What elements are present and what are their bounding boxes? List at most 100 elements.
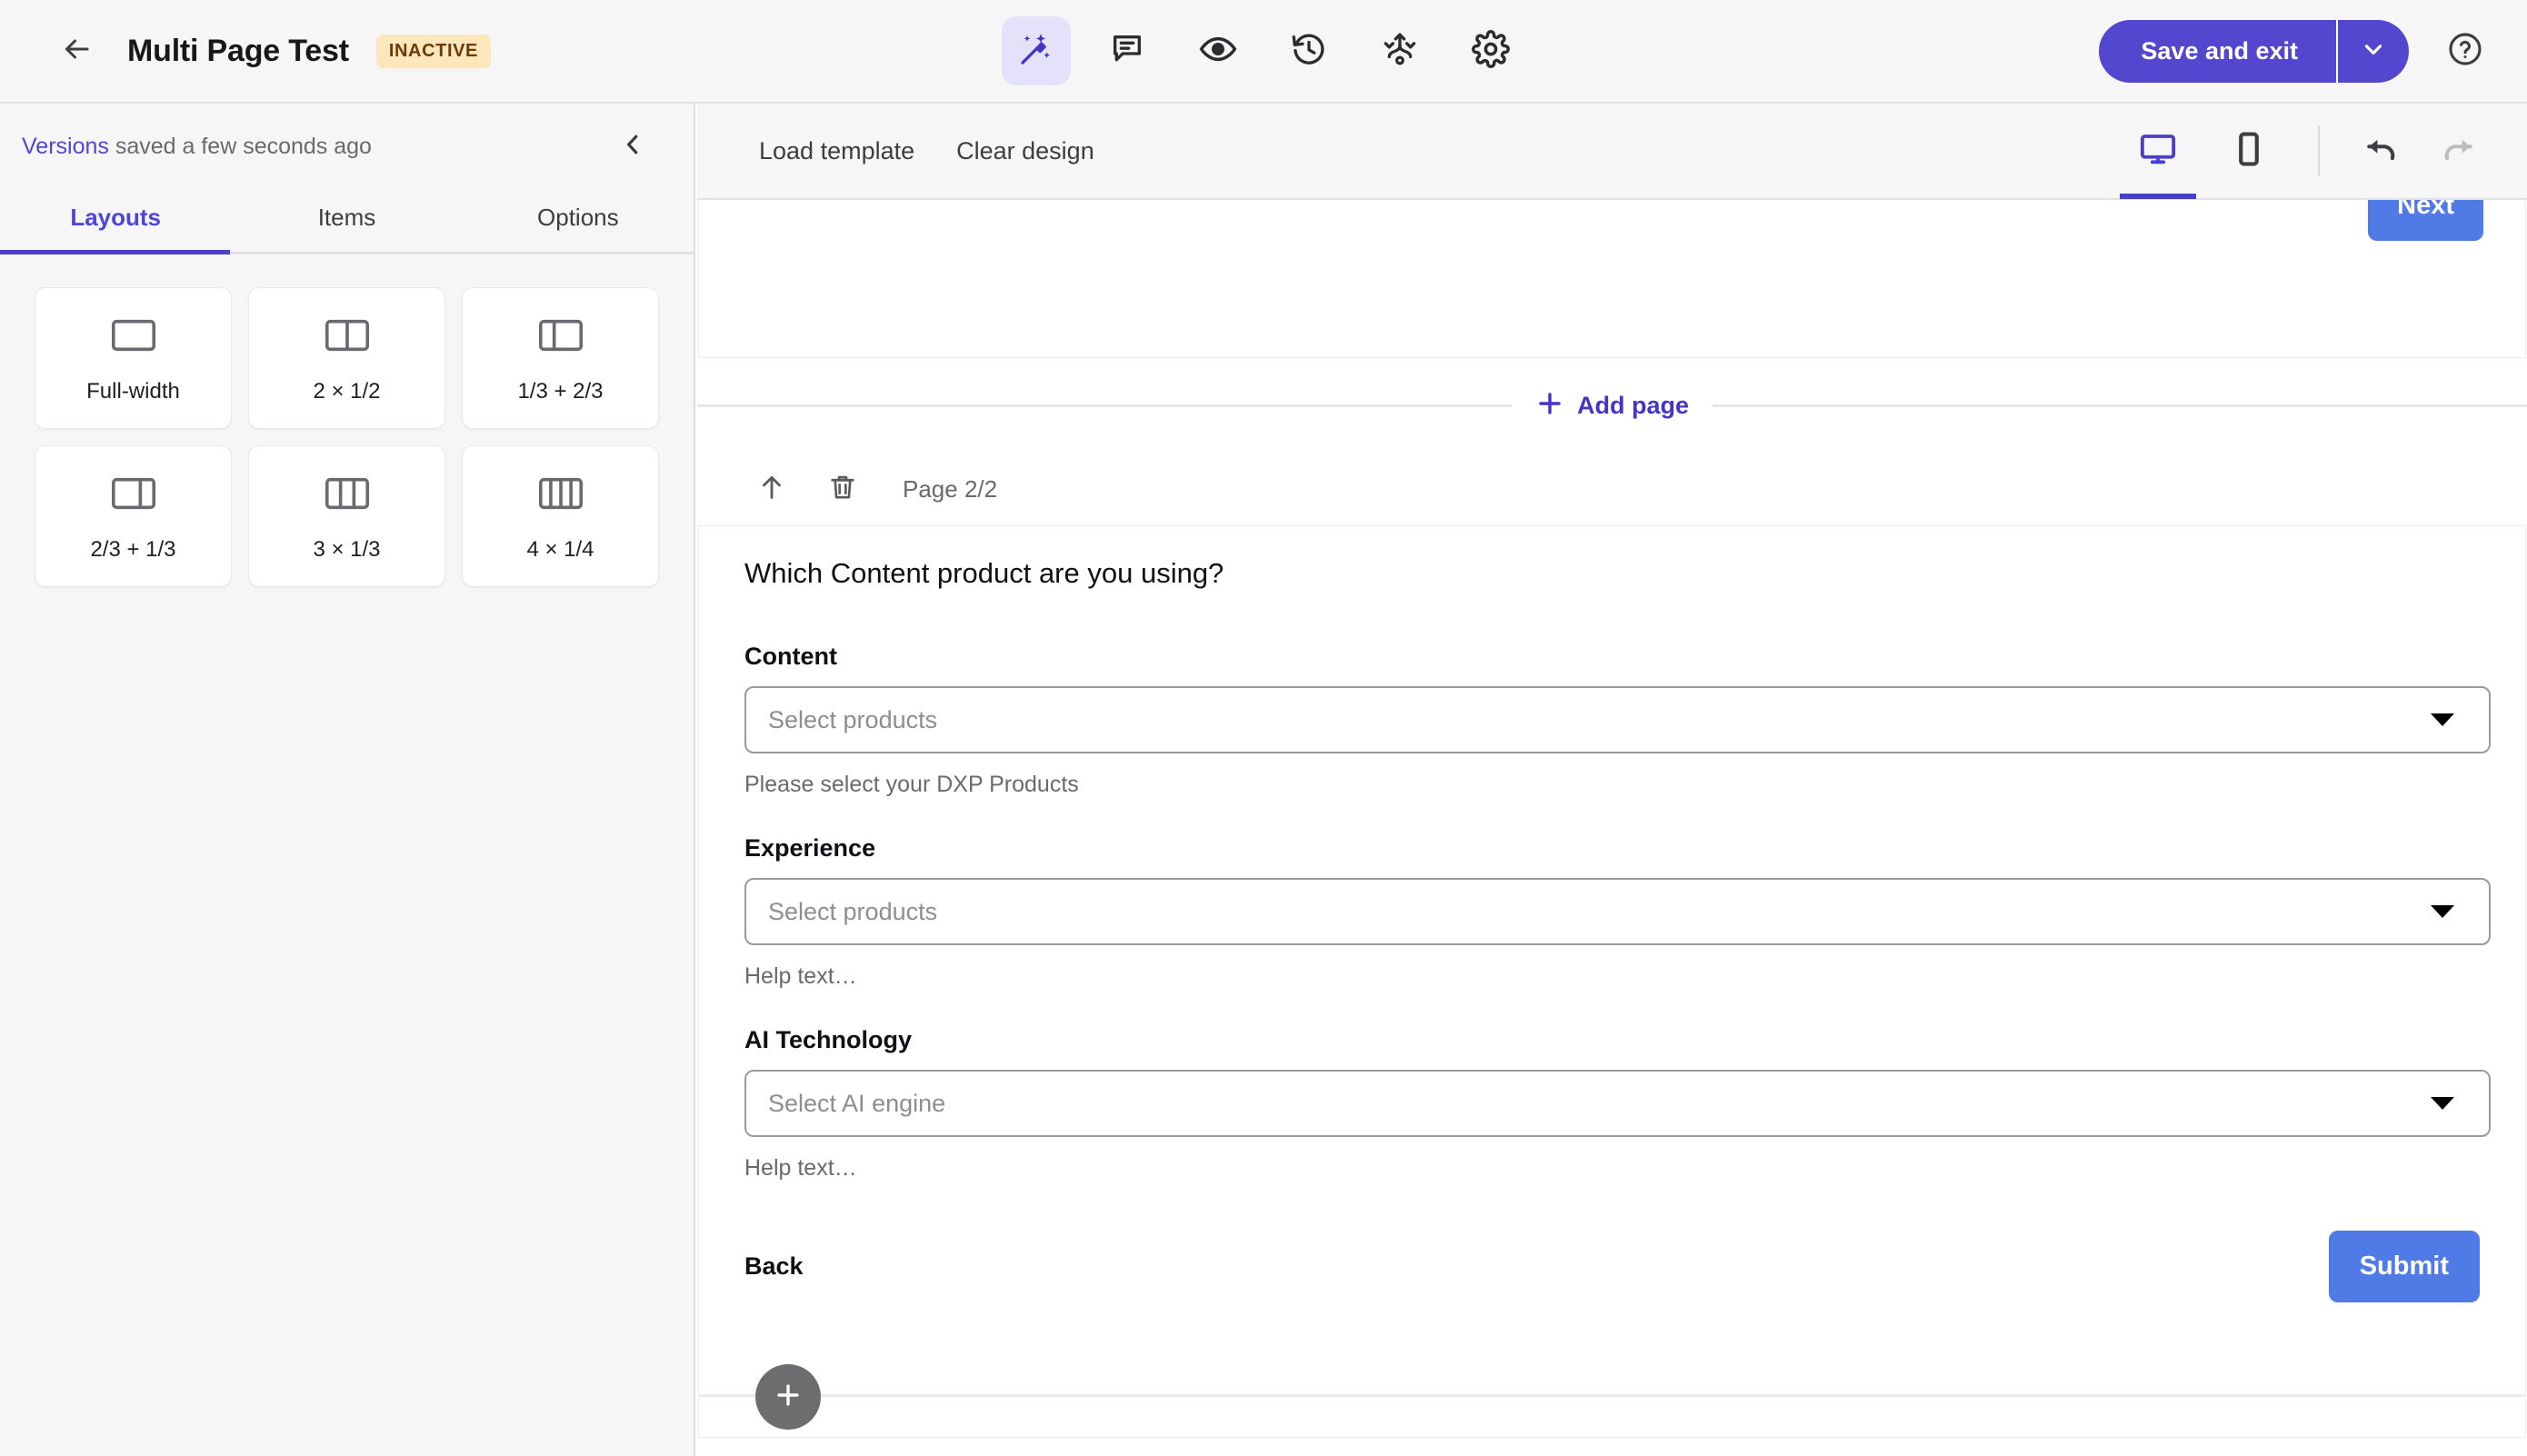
content-select[interactable]: Select products (744, 686, 2491, 753)
header-tool-group (1002, 16, 1525, 85)
chevron-down-icon (2360, 35, 2387, 67)
field-experience: Experience Select products Help text… (719, 834, 2491, 990)
save-options-dropdown-button[interactable] (2338, 20, 2409, 83)
chevron-left-icon (619, 131, 646, 163)
back-button[interactable] (53, 27, 100, 75)
versions-saved-text: saved a few seconds ago (108, 133, 372, 159)
undo-button[interactable] (2343, 113, 2420, 189)
canvas-toolbar-right (2112, 103, 2496, 199)
versions-row: Versions saved a few seconds ago (0, 104, 694, 189)
save-and-exit-button[interactable]: Save and exit (2099, 19, 2338, 83)
tab-options[interactable]: Options (463, 189, 694, 252)
layout-card-twothirds-third[interactable]: 2/3 + 1/3 (35, 445, 232, 587)
plus-icon (773, 1380, 804, 1415)
preview-eye-icon (1199, 30, 1237, 73)
layout-card-label: Full-width (86, 378, 180, 404)
form-bottom-divider (699, 1394, 2525, 1397)
canvas-body: Next Add page Page 2/2 Which Content pro… (697, 200, 2527, 1456)
tool-settings-button[interactable] (1456, 16, 1525, 85)
tool-preview-button[interactable] (1184, 16, 1253, 85)
tool-design-button[interactable] (1002, 16, 1071, 85)
field-label-ai-technology: AI Technology (744, 1026, 913, 1053)
tab-items[interactable]: Items (231, 189, 462, 252)
help-button[interactable] (2440, 25, 2491, 76)
chevron-down-icon (2431, 905, 2454, 918)
canvas-toolbar-left: Load template Clear design (697, 130, 1104, 173)
status-badge: INACTIVE (375, 34, 491, 68)
field-help-content: Please select your DXP Products (744, 772, 1079, 797)
field-help-ai-technology: Help text… (744, 1155, 857, 1181)
add-page-button[interactable]: Add page (1512, 389, 1713, 423)
mobile-view-button[interactable] (2203, 103, 2294, 199)
field-label-experience: Experience (744, 834, 876, 862)
add-item-fab[interactable] (755, 1364, 821, 1430)
sidebar-tabs: Layouts Items Options (0, 189, 694, 254)
layout-card-label: 2/3 + 1/3 (90, 536, 176, 562)
tool-routing-button[interactable] (1365, 16, 1434, 85)
add-page-label: Add page (1577, 391, 1690, 419)
add-page-row: Add page (697, 358, 2527, 453)
page-toolbar: Page 2/2 (697, 453, 2527, 525)
add-page-line-left (697, 404, 1512, 407)
ai-technology-select[interactable]: Select AI engine (744, 1070, 2491, 1137)
field-content: Content Select products Please select yo… (719, 643, 2491, 798)
plus-icon (1535, 389, 1564, 423)
field-label-content: Content (744, 643, 837, 670)
form-question: Which Content product are you using? (744, 557, 1224, 589)
layout-4x14-icon (538, 471, 584, 521)
layout-card-2x-half[interactable]: 2 × 1/2 (248, 287, 445, 429)
ai-technology-select-placeholder: Select AI engine (768, 1089, 946, 1117)
save-and-exit-group: Save and exit (2099, 19, 2409, 83)
chevron-down-icon (2431, 713, 2454, 726)
delete-page-button[interactable] (819, 465, 866, 513)
toolbar-divider (2318, 125, 2320, 176)
add-page-line-right (1713, 404, 2527, 407)
layout-card-3x-third[interactable]: 3 × 1/3 (248, 445, 445, 587)
clear-design-button[interactable]: Clear design (947, 130, 1104, 173)
collapse-sidebar-button[interactable] (612, 125, 654, 167)
layout-2x12-icon (325, 313, 370, 363)
page-indicator: Page 2/2 (903, 474, 998, 503)
undo-icon (2362, 129, 2402, 174)
mobile-icon (2230, 130, 2268, 173)
tool-history-button[interactable] (1274, 16, 1343, 85)
layout-13-23-icon (538, 313, 584, 363)
back-button[interactable]: Back (744, 1252, 804, 1281)
layout-card-third-twothirds[interactable]: 1/3 + 2/3 (462, 287, 659, 429)
layout-grid: Full-width 2 × 1/2 1/3 + 2/3 2/3 + 1/3 3… (0, 254, 694, 620)
tab-active-underline (0, 250, 230, 254)
trash-icon (828, 473, 857, 506)
layout-3x13-icon (325, 471, 370, 521)
gear-icon (1472, 29, 1510, 73)
form-footer: Back Submit (719, 1231, 2491, 1302)
question-circle-icon (2447, 31, 2483, 72)
header-right-group: Save and exit (2099, 19, 2491, 83)
load-template-button[interactable]: Load template (750, 130, 924, 173)
tool-comments-button[interactable] (1093, 16, 1162, 85)
layout-card-label: 3 × 1/3 (313, 536, 381, 562)
content-select-placeholder: Select products (768, 705, 938, 733)
desktop-view-button[interactable] (2112, 103, 2203, 199)
move-page-up-button[interactable] (748, 465, 795, 513)
form-card: Which Content product are you using? Con… (698, 525, 2526, 1438)
layout-full-icon (111, 313, 156, 363)
layout-card-4x-quarter[interactable]: 4 × 1/4 (462, 445, 659, 587)
design-icon (1018, 31, 1054, 72)
tab-layouts[interactable]: Layouts (0, 189, 231, 252)
page-card-previous: Next (698, 200, 2526, 358)
routing-icon (1382, 31, 1418, 72)
chevron-down-icon (2431, 1097, 2454, 1110)
arrow-up-icon (756, 472, 787, 507)
page-title: Multi Page Test (127, 33, 349, 68)
submit-button[interactable]: Submit (2328, 1231, 2480, 1302)
redo-icon (2438, 129, 2478, 174)
next-button[interactable]: Next (2368, 200, 2483, 241)
versions-link[interactable]: Versions (22, 134, 109, 159)
left-sidebar: Versions saved a few seconds ago Layouts… (0, 104, 695, 1456)
experience-select[interactable]: Select products (744, 878, 2491, 945)
app-header: Multi Page Test INACTIVE Save and exit (0, 0, 2527, 104)
redo-button[interactable] (2420, 113, 2496, 189)
layout-card-full-width[interactable]: Full-width (35, 287, 232, 429)
versions-status-text: Versions saved a few seconds ago (22, 134, 372, 160)
layout-card-label: 1/3 + 2/3 (517, 378, 604, 404)
